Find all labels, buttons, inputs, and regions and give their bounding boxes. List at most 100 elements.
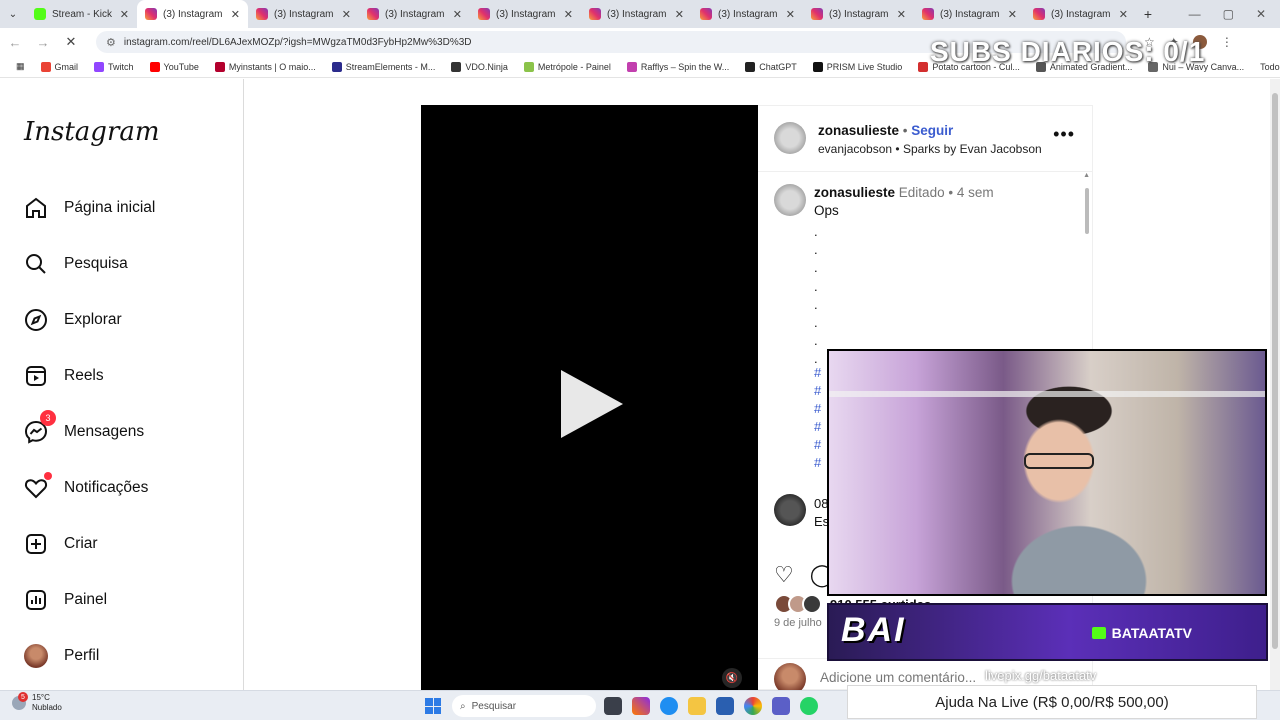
- browser-tab[interactable]: (3) Instagram ✕: [248, 0, 359, 28]
- more-options-icon[interactable]: •••: [1053, 124, 1075, 145]
- browser-menu-icon[interactable]: ⋮: [1221, 35, 1233, 49]
- weather-badge: 5: [18, 692, 28, 702]
- site-info-icon[interactable]: ⚙: [106, 36, 116, 49]
- close-tab-icon[interactable]: ✕: [120, 8, 129, 21]
- nav-messages[interactable]: 3 Mensagens: [24, 410, 144, 444]
- author-username[interactable]: zonasulieste: [818, 123, 899, 138]
- tab-label: (3) Instagram: [718, 8, 778, 20]
- browser-tab[interactable]: (3) Instagram ✕: [137, 0, 248, 28]
- caption-username[interactable]: zonasulieste: [814, 185, 895, 200]
- bookmark-item[interactable]: StreamElements - M...: [324, 61, 444, 72]
- donation-goal-overlay: Ajuda Na Live (R$ 0,00/R$ 500,00): [847, 685, 1257, 719]
- close-tab-icon[interactable]: ✕: [1008, 8, 1017, 21]
- all-bookmarks-link[interactable]: Todos os favoritos: [1252, 62, 1280, 72]
- task-view-icon[interactable]: [604, 697, 622, 715]
- bookmark-label: PRISM Live Studio: [826, 61, 903, 72]
- mute-icon[interactable]: 🔇: [722, 668, 742, 688]
- maximize-icon[interactable]: ▢: [1223, 7, 1234, 21]
- close-tab-icon[interactable]: ✕: [453, 8, 462, 21]
- windows-start-icon[interactable]: [425, 698, 441, 714]
- browser-tab[interactable]: (3) Instagram ✕: [1025, 0, 1136, 28]
- close-tab-icon[interactable]: ✕: [897, 8, 906, 21]
- browser-tab[interactable]: (3) Instagram ✕: [692, 0, 803, 28]
- close-tab-icon[interactable]: ✕: [342, 8, 351, 21]
- bookmark-item[interactable]: Myinstants | O maio...: [207, 61, 324, 72]
- forward-icon[interactable]: →: [34, 35, 52, 50]
- comment-avatar[interactable]: [774, 494, 806, 526]
- caption-scrollbar[interactable]: [1085, 188, 1089, 234]
- bookmark-item[interactable]: Rafflys – Spin the W...: [619, 61, 737, 72]
- browser-tab[interactable]: Stream - Kick Da ✕: [26, 0, 137, 28]
- bookmark-label: YouTube: [163, 61, 199, 72]
- caption-scroll-up-icon[interactable]: ▲: [1083, 172, 1090, 179]
- close-tab-icon[interactable]: ✕: [564, 8, 573, 21]
- bookmark-item[interactable]: ChatGPT: [737, 61, 805, 72]
- caption-hashtags[interactable]: # # # # # #: [814, 364, 821, 472]
- browser-tab[interactable]: (3) Instagram ✕: [359, 0, 470, 28]
- close-tab-icon[interactable]: ✕: [231, 8, 240, 21]
- minimize-icon[interactable]: —: [1189, 7, 1201, 21]
- browser-tab[interactable]: (3) Instagram ✕: [581, 0, 692, 28]
- close-tab-icon[interactable]: ✕: [675, 8, 684, 21]
- header-separator: •: [902, 123, 908, 138]
- taskbar-search[interactable]: ⌕ Pesquisar: [452, 695, 596, 717]
- bookmark-item[interactable]: Twitch: [86, 61, 142, 72]
- nav-home[interactable]: Página inicial: [24, 196, 155, 220]
- page-scrollbar[interactable]: [1270, 79, 1280, 690]
- store-icon[interactable]: [716, 697, 734, 715]
- like-icon[interactable]: ♡: [774, 562, 794, 588]
- caption-dots: ........: [814, 224, 818, 367]
- instagram-logo[interactable]: Instagram: [24, 117, 160, 147]
- bookmark-item[interactable]: VDO.Ninja: [443, 61, 516, 72]
- caption-avatar[interactable]: [774, 184, 806, 216]
- weather-widget[interactable]: 5 15°C Nublado: [12, 692, 62, 713]
- play-icon[interactable]: [561, 370, 623, 438]
- page-scrollbar-thumb[interactable]: [1272, 93, 1278, 649]
- follow-button[interactable]: Seguir: [911, 123, 953, 138]
- bookmark-label: Metrópole - Painel: [537, 61, 611, 72]
- apps-grid-icon[interactable]: ▦: [8, 61, 33, 72]
- audio-title[interactable]: Sparks by Evan Jacobson: [903, 142, 1042, 156]
- chrome-icon[interactable]: [744, 697, 762, 715]
- new-tab-button[interactable]: +: [1136, 6, 1160, 22]
- bookmark-item[interactable]: Gmail: [33, 61, 87, 72]
- nav-create[interactable]: Criar: [24, 532, 98, 556]
- bookmark-item[interactable]: YouTube: [142, 61, 207, 72]
- teams-icon[interactable]: [772, 697, 790, 715]
- close-tab-icon[interactable]: ✕: [786, 8, 795, 21]
- bookmark-item[interactable]: PRISM Live Studio: [805, 61, 911, 72]
- bookmark-item[interactable]: Metrópole - Painel: [516, 61, 619, 72]
- nav-notifications[interactable]: Notificações: [24, 472, 148, 500]
- tab-label: Stream - Kick Da: [52, 8, 114, 20]
- tab-search-chevron-icon[interactable]: ⌄: [0, 9, 26, 20]
- file-explorer-icon[interactable]: [688, 697, 706, 715]
- liker-avatar: [802, 594, 822, 614]
- reel-video[interactable]: 🔇: [421, 105, 758, 690]
- webcam-shelf: [829, 391, 1265, 397]
- browser-tab[interactable]: (3) Instagram ✕: [803, 0, 914, 28]
- browser-tab[interactable]: (3) Instagram ✕: [470, 0, 581, 28]
- back-icon[interactable]: ←: [6, 35, 24, 50]
- nav-dashboard[interactable]: Painel: [24, 588, 107, 612]
- instagram-sidebar: Instagram Página inicial Pesquisa Explor…: [0, 79, 244, 690]
- stop-loading-icon[interactable]: ✕: [62, 34, 80, 50]
- browser-tab[interactable]: (3) Instagram ✕: [914, 0, 1025, 28]
- copilot-icon[interactable]: [632, 697, 650, 715]
- bookmark-label: Gmail: [54, 61, 79, 72]
- whatsapp-icon[interactable]: [800, 697, 818, 715]
- comment-input[interactable]: Adicione um comentário...: [820, 670, 976, 685]
- tab-label: (3) Instagram: [1051, 8, 1111, 20]
- close-tab-icon[interactable]: ✕: [1119, 8, 1128, 21]
- audio-artist[interactable]: evanjacobson: [818, 142, 892, 156]
- instagram-favicon-icon: [1033, 8, 1045, 20]
- author-avatar[interactable]: [774, 122, 806, 154]
- nav-search[interactable]: Pesquisa: [24, 252, 128, 276]
- edge-icon[interactable]: [660, 697, 678, 715]
- stream-banner: BAI BATAATATV: [827, 603, 1268, 661]
- nav-explore[interactable]: Explorar: [24, 308, 122, 332]
- nav-profile[interactable]: Perfil: [24, 644, 99, 668]
- close-window-icon[interactable]: ✕: [1256, 7, 1266, 21]
- bookmark-favicon-icon: [451, 61, 462, 72]
- cloud-icon: 5: [12, 692, 28, 710]
- nav-reels[interactable]: Reels: [24, 364, 104, 388]
